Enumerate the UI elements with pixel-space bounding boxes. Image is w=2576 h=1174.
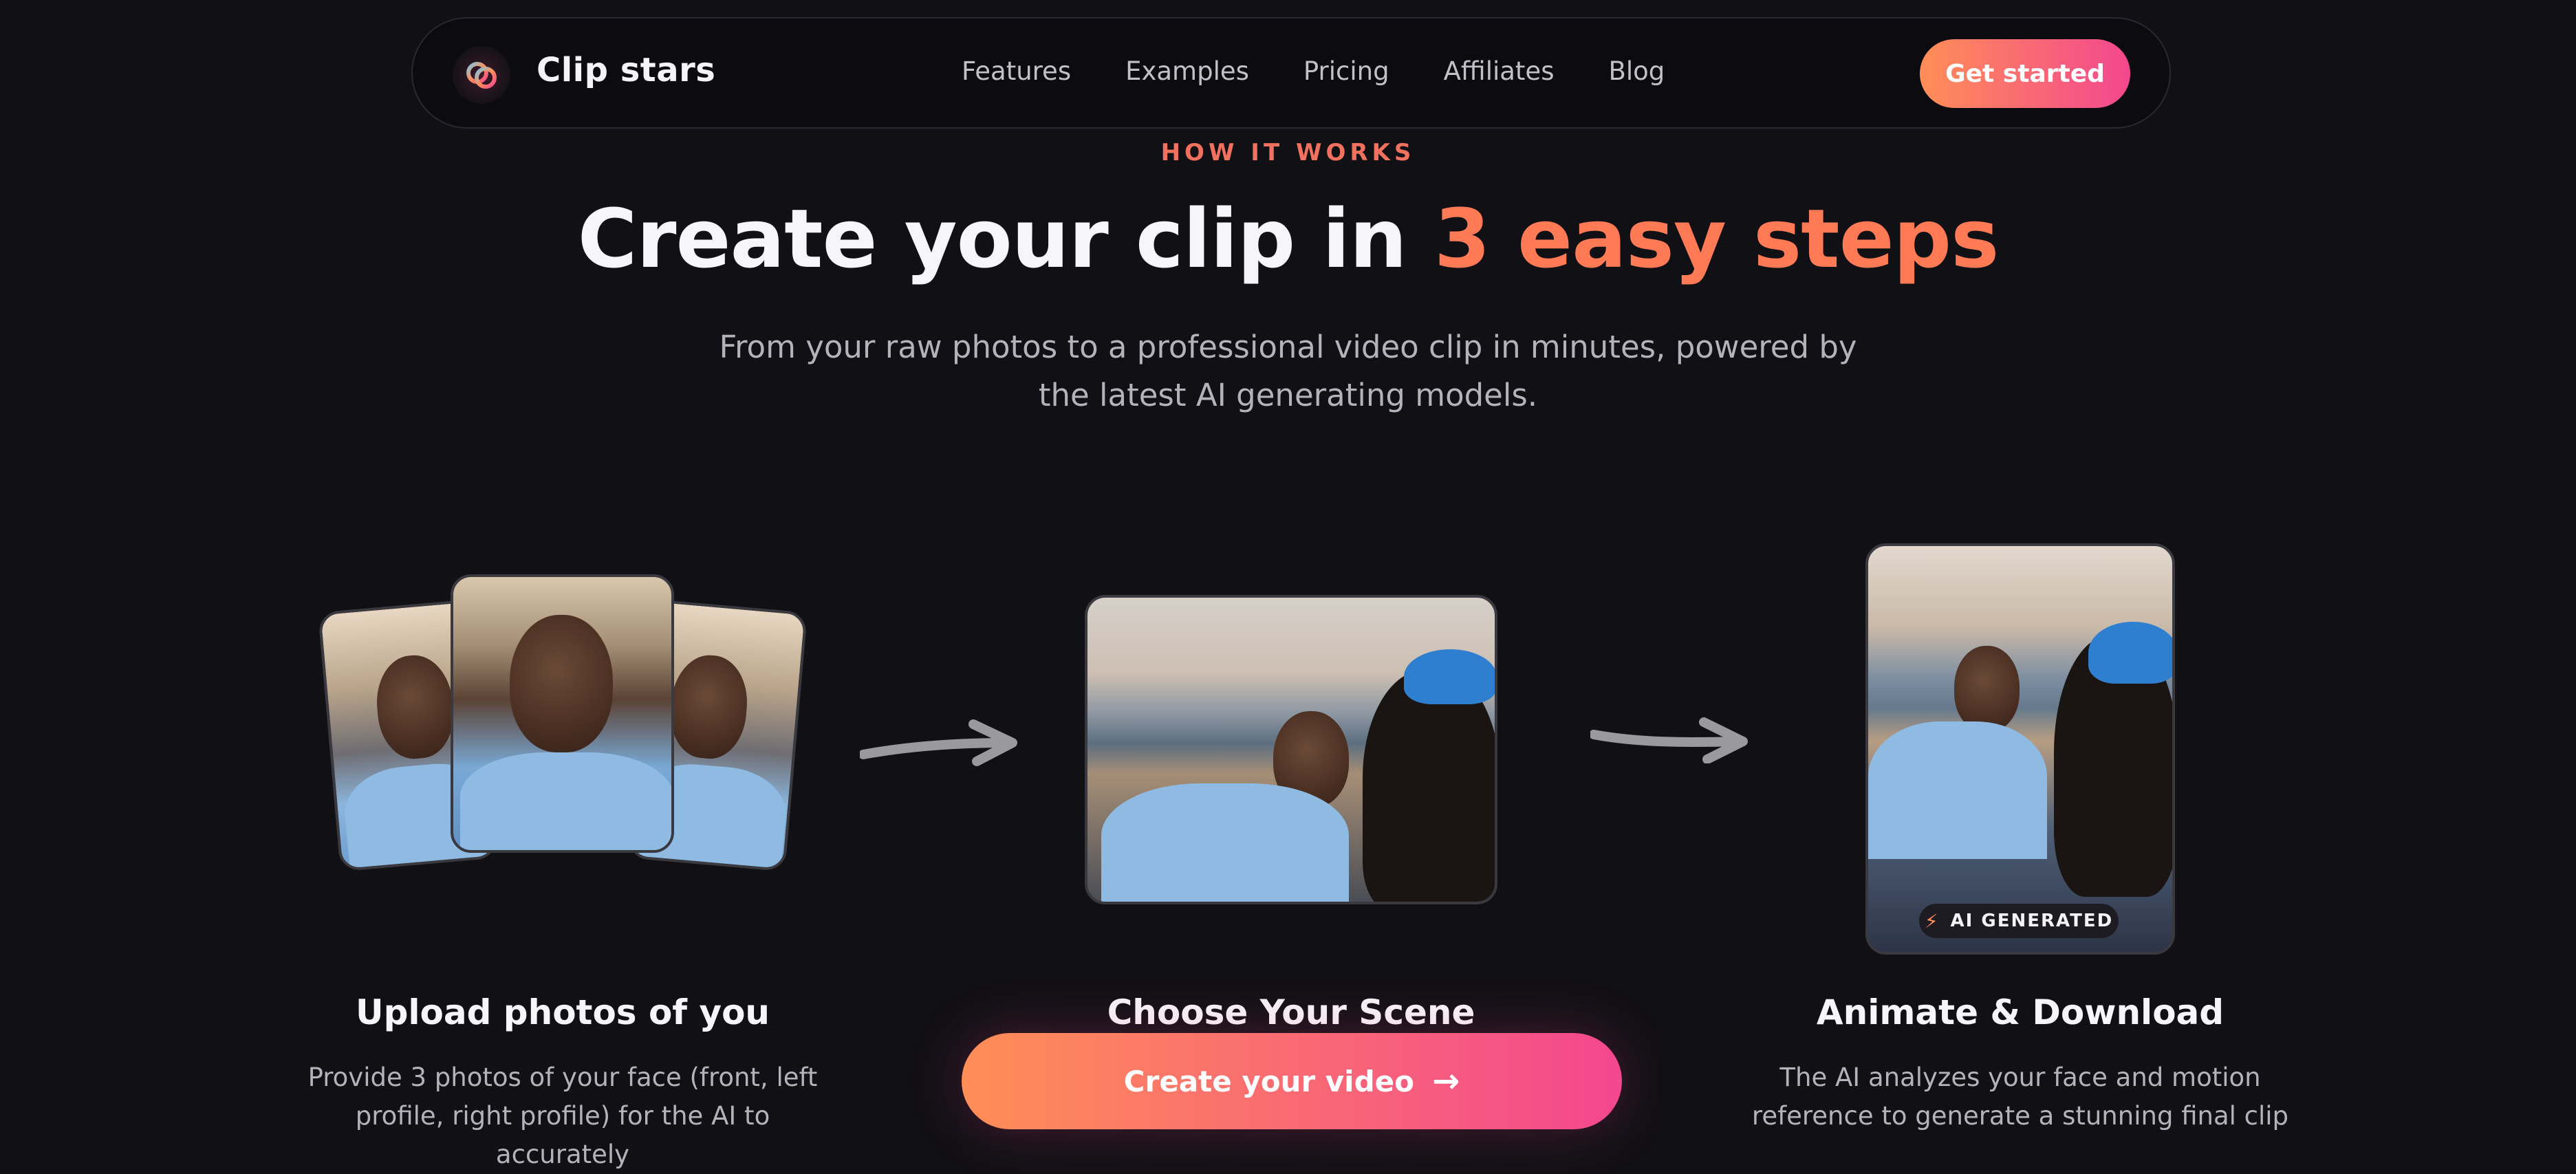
upload-photo-front <box>451 574 674 853</box>
section-subtitle: From your raw photos to a professional v… <box>719 329 1857 413</box>
woman-hair <box>1363 670 1495 902</box>
step-1-description: Provide 3 photos of your face (front, le… <box>307 1063 818 1169</box>
generated-clip-image <box>1865 543 2175 955</box>
hoodie-front <box>460 752 671 850</box>
step-3-title: Animate & Download <box>1816 992 2225 1032</box>
headline-accent: 3 easy steps <box>1433 191 1999 286</box>
person-man <box>1954 646 2020 732</box>
face-profile-right <box>667 652 751 762</box>
brand-name[interactable]: Clip stars <box>537 51 715 89</box>
arrow-right-icon: → <box>1431 1062 1460 1100</box>
arrow-right-icon <box>860 719 1017 766</box>
create-video-label: Create your video <box>1123 1064 1414 1098</box>
nav-link-features[interactable]: Features <box>962 56 1071 86</box>
lightning-icon: ⚡ <box>1924 909 1940 933</box>
create-video-button[interactable]: Create your video → <box>962 1033 1622 1129</box>
face-profile-left <box>373 652 457 762</box>
section-eyebrow: HOW IT WORKS <box>0 139 2576 166</box>
get-started-button[interactable]: Get started <box>1920 39 2130 108</box>
face-front <box>510 615 613 752</box>
ai-badge-label: AI GENERATED <box>1950 911 2114 931</box>
nav-link-blog[interactable]: Blog <box>1608 56 1665 86</box>
ai-generated-badge: ⚡ AI GENERATED <box>1919 904 2119 938</box>
step-1-title: Upload photos of you <box>355 992 770 1032</box>
clip-stars-logo-icon[interactable] <box>453 46 510 104</box>
nav-link-affiliates[interactable]: Affiliates <box>1444 56 1555 86</box>
nav-links: Features Examples Pricing Affiliates Blo… <box>962 56 1719 86</box>
woman-bandana <box>2088 622 2172 684</box>
nav-link-examples[interactable]: Examples <box>1125 56 1249 86</box>
section-headline: Create your clip in 3 easy steps <box>0 191 2576 286</box>
scene-preview-image <box>1085 595 1497 904</box>
step-3-description: The AI analyzes your face and motion ref… <box>1751 1063 2289 1131</box>
nav-link-pricing[interactable]: Pricing <box>1303 56 1389 86</box>
man-hoodie <box>1101 783 1349 902</box>
step-2-title: Choose Your Scene <box>1107 992 1475 1032</box>
top-navigation-bar: Clip stars Features Examples Pricing Aff… <box>411 17 2171 129</box>
eyebrow-text: HOW IT WORKS <box>1160 139 1416 166</box>
arrow-right-icon <box>1590 717 1748 763</box>
headline-main: Create your clip in <box>577 191 1434 286</box>
man-hoodie <box>1868 721 2047 859</box>
woman-bandana <box>1404 649 1495 704</box>
